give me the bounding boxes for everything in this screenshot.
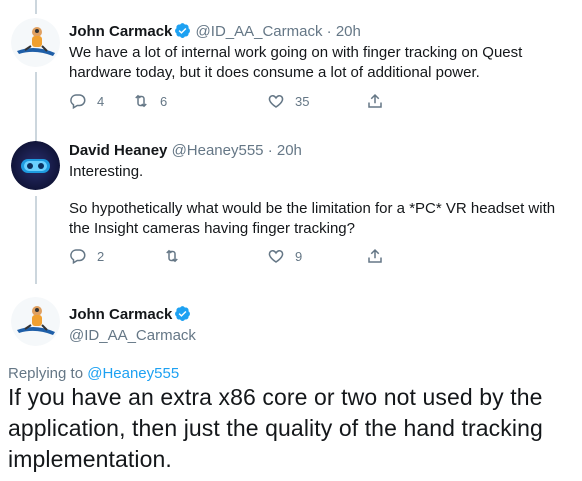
like-button[interactable]: 35 [267,92,309,110]
main-tweet-text: If you have an extra x86 core or two not… [8,384,543,472]
share-icon [368,93,382,108]
replying-to-line: Replying to @Heaney555 [8,365,179,382]
reply-count: 4 [97,93,105,109]
thread-line-2 [35,196,37,284]
author-name[interactable]: David Heaney [69,142,167,159]
author-handle[interactable]: @ID_AA_Carmack [196,23,323,40]
like-count: 35 [295,93,310,109]
main-author-handle[interactable]: @ID_AA_Carmack [69,326,196,346]
like-button[interactable]: 9 [267,247,302,265]
thread-line-1 [35,72,37,142]
separator-dot: · [326,23,332,40]
retweet-button[interactable] [163,247,191,265]
avatar-carmack[interactable] [11,18,60,67]
author-handle[interactable]: @Heaney555 [172,142,264,159]
main-author-name[interactable]: John Carmack [69,306,172,323]
replying-handle-link[interactable]: @Heaney555 [87,365,179,382]
retweet-icon [135,94,147,108]
avatar-heaney[interactable] [11,141,60,190]
tweet-text-line2: So hypothetically what would be the limi… [69,200,556,237]
share-icon [368,248,382,263]
reply-button[interactable]: 4 [69,92,104,110]
timestamp[interactable]: 20h [277,142,302,159]
avatar-carmack-main[interactable] [11,297,60,346]
like-count: 9 [295,248,303,264]
separator-dot: · [267,142,273,159]
main-author-block: John Carmack @ID_AA_Carmack [69,305,196,346]
tweet-actions: 2 9 [69,247,389,267]
retweet-button[interactable]: 6 [132,92,167,110]
retweet-icon [166,249,178,263]
main-author-row: John Carmack [69,305,196,325]
retweet-count: 6 [160,93,168,109]
share-button[interactable] [366,247,384,265]
replying-prefix: Replying to [8,365,84,382]
reply-icon [70,249,86,265]
timestamp[interactable]: 20h [336,23,361,40]
tweet-actions: 4 6 35 [69,92,389,112]
reply-icon [70,94,86,110]
tweet-text-line1: Interesting. [69,163,144,180]
thread-line-top [35,0,37,14]
tweet-header: John Carmack @ID_AA_Carmack · 20h [69,22,361,42]
tweet-text: We have a lot of internal work going on … [69,44,523,81]
verified-badge-icon [175,306,191,321]
share-button[interactable] [366,92,384,110]
reply-button[interactable]: 2 [69,247,104,265]
tweet-header: David Heaney @Heaney555 · 20h [69,141,302,161]
heart-icon [268,94,284,108]
author-name[interactable]: John Carmack [69,23,172,40]
reply-count: 2 [97,248,105,264]
verified-badge-icon [175,23,191,38]
heart-icon [268,249,284,263]
